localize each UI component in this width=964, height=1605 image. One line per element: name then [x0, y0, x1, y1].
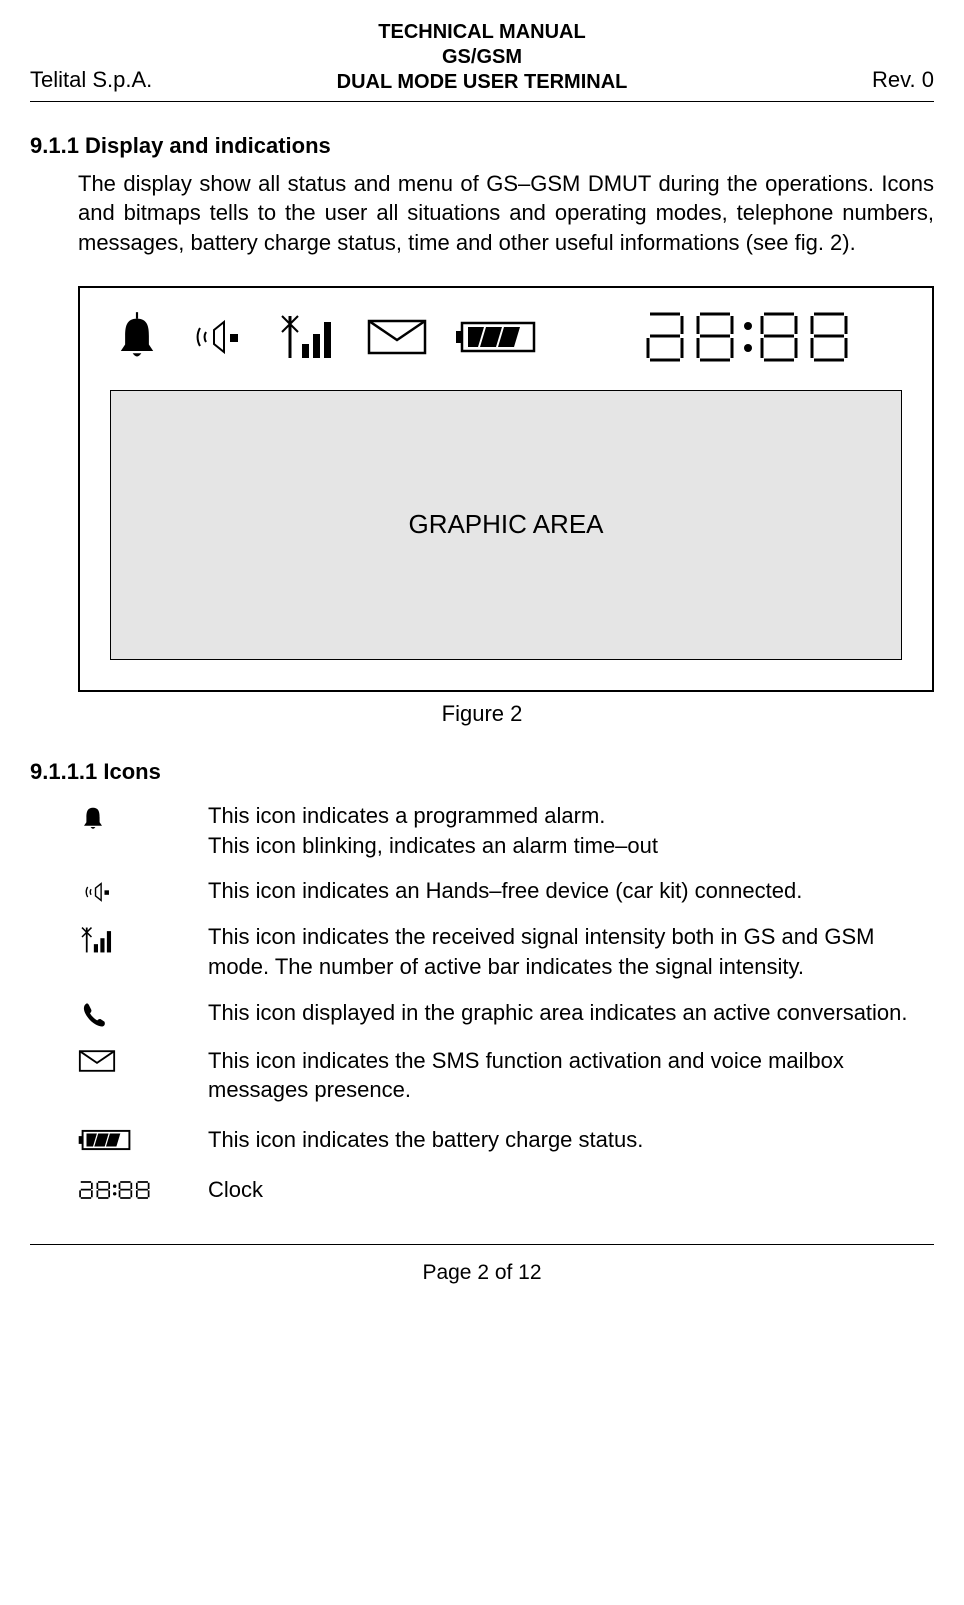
- clock-desc: Clock: [208, 1175, 934, 1205]
- icon-entry-signal: This icon indicates the received signal …: [78, 922, 934, 981]
- header-title-block: TECHNICAL MANUAL GS/GSM DUAL MODE USER T…: [30, 20, 934, 95]
- call-desc: This icon displayed in the graphic area …: [208, 998, 934, 1028]
- figure-caption: Figure 2: [30, 700, 934, 729]
- battery-desc: This icon indicates the battery charge s…: [208, 1125, 934, 1155]
- icon-entry-sms: This icon indicates the SMS function act…: [78, 1046, 934, 1105]
- graphic-area-label: GRAPHIC AREA: [408, 508, 603, 542]
- sms-desc: This icon indicates the SMS function act…: [208, 1046, 934, 1105]
- section-paragraph: The display show all status and menu of …: [78, 169, 934, 258]
- icon-entry-call: This icon displayed in the graphic area …: [78, 998, 934, 1030]
- graphic-area-box: GRAPHIC AREA: [110, 390, 902, 660]
- alarm-desc-line2: This icon blinking, indicates an alarm t…: [208, 831, 934, 861]
- figure-2-box: GRAPHIC AREA: [78, 286, 934, 692]
- bell-icon: [110, 310, 164, 364]
- header-line3: DUAL MODE USER TERMINAL: [30, 70, 934, 95]
- envelope-icon: [366, 316, 428, 358]
- handsfree-desc: This icon indicates an Hands–free device…: [208, 876, 934, 906]
- section-heading: 9.1.1 Display and indications: [30, 132, 934, 161]
- display-icon-row: [110, 306, 902, 368]
- header-line1: TECHNICAL MANUAL: [30, 20, 934, 45]
- icon-description-table: This icon indicates a programmed alarm. …: [78, 801, 934, 1205]
- signal-desc: This icon indicates the received signal …: [208, 922, 934, 981]
- page-footer: Page 2 of 12: [30, 1244, 934, 1286]
- bell-icon: [78, 801, 208, 833]
- icon-entry-handsfree: This icon indicates an Hands–free device…: [78, 876, 934, 906]
- alarm-desc-line1: This icon indicates a programmed alarm.: [208, 801, 934, 831]
- phone-icon: [78, 998, 208, 1030]
- subsection-heading: 9.1.1.1 Icons: [30, 758, 934, 787]
- signal-icon: [280, 310, 338, 364]
- handsfree-icon: [192, 312, 252, 362]
- clock-display-icon: [78, 1175, 208, 1203]
- handsfree-icon: [78, 876, 208, 906]
- signal-icon: [78, 922, 208, 956]
- header-line2: GS/GSM: [30, 45, 934, 70]
- icon-entry-battery: This icon indicates the battery charge s…: [78, 1125, 934, 1155]
- battery-icon: [456, 317, 540, 357]
- clock-display-icon: [642, 306, 902, 368]
- envelope-icon: [78, 1046, 208, 1074]
- header-company: Telital S.p.A.: [30, 66, 152, 95]
- header-revision: Rev. 0: [872, 66, 934, 95]
- icon-entry-alarm: This icon indicates a programmed alarm. …: [78, 801, 934, 860]
- page-header: Telital S.p.A. TECHNICAL MANUAL GS/GSM D…: [30, 20, 934, 102]
- battery-icon: [78, 1125, 208, 1153]
- icon-entry-clock: Clock: [78, 1175, 934, 1205]
